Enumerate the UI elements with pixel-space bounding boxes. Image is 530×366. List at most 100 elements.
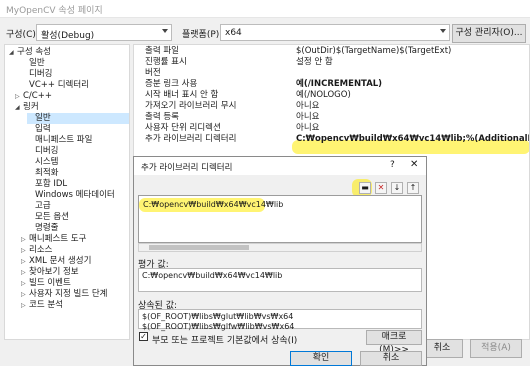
tree-item[interactable]: VC++ 디렉터리 (21, 80, 89, 91)
tree-item[interactable]: 고급 (27, 201, 51, 212)
collapsed-icon[interactable]: ▷ (21, 245, 29, 256)
delete-icon[interactable]: ✕ (375, 182, 387, 194)
config-manager-button[interactable]: 구성 관리자(O)... (452, 24, 526, 43)
property-value: $(OutDir)$(TargetName)$(TargetExt) (296, 46, 452, 56)
property-row[interactable]: 추가 라이브러리 디렉터리 C:₩opencv₩build₩x64₩vc14₩li… (134, 134, 529, 145)
help-icon[interactable]: ? (390, 160, 395, 170)
property-value: 아니요 (296, 101, 320, 111)
property-row[interactable]: 출력 등록 아니요 (134, 112, 529, 123)
property-row[interactable]: 버전 (134, 68, 529, 79)
category-tree[interactable]: ◢ 구성 속성 일반 디버깅 VC++ 디렉터리 ▷ C/C++ ◢ 링커 일반 입력 매니페스트 파… (4, 44, 130, 340)
tree-item[interactable]: Windows 메타데이터 (27, 190, 115, 201)
apply-button[interactable]: 적용(A) (470, 339, 522, 358)
directory-list[interactable]: C:₩opencv₩build₩x64₩vc14₩lib (138, 195, 422, 243)
tree-item[interactable]: ▷ 코드 분석 (21, 300, 63, 311)
property-row[interactable]: 가져오기 라이브러리 무시 아니요 (134, 101, 529, 112)
tree-item[interactable]: ▷ XML 문서 생성기 (21, 256, 91, 267)
tree-item-label: 일반 (35, 113, 51, 123)
platform-value: x64 (225, 28, 242, 38)
tree-item[interactable]: 최적화 (27, 168, 58, 179)
property-value: 아니요 (296, 112, 320, 122)
tree-item-label: 매니페스트 파일 (35, 135, 93, 145)
expanded-icon[interactable]: ◢ (9, 47, 17, 58)
platform-label: 플랫폼(P): (182, 30, 223, 40)
tree-item[interactable]: 디버깅 (21, 69, 52, 80)
dialog-cancel-button[interactable]: 취소 (360, 351, 422, 366)
property-value: 예(/NOLOGO) (296, 90, 351, 100)
tree-item-label: 입력 (35, 124, 51, 134)
tree-item-label: 최적화 (35, 168, 59, 178)
property-name: 버전 (145, 68, 161, 78)
close-icon[interactable]: ✕ (410, 159, 418, 170)
tree-item-label: XML 문서 생성기 (29, 256, 92, 266)
tree-item[interactable]: 입력 (27, 124, 51, 135)
tree-item[interactable]: ▷ C/C++ (15, 91, 52, 102)
scrollbar-thumb[interactable] (149, 245, 249, 250)
dialog-title-bar: 추가 라이브러리 디렉터리 ? ✕ (134, 157, 426, 175)
tree-item[interactable]: 매니페스트 파일 (27, 135, 92, 146)
config-combo[interactable]: 활성(Debug) (36, 24, 172, 41)
chevron-down-icon (162, 29, 168, 33)
collapsed-icon[interactable]: ▷ (21, 278, 29, 289)
property-row[interactable]: 진행률 표시 설정 안 함 (134, 57, 529, 68)
tree-item[interactable]: ◢ 링커 (15, 102, 39, 113)
inherit-checkbox-label: 부모 또는 프로젝트 기본값에서 상속(I) (152, 336, 298, 346)
tree-item[interactable]: ▷ 빌드 이벤트 (21, 278, 71, 289)
dialog-title: 추가 라이브러리 디렉터리 (141, 163, 233, 173)
directory-entry[interactable]: C:₩opencv₩build₩x64₩vc14₩lib (143, 200, 283, 209)
tree-item-label: 코드 분석 (29, 300, 63, 310)
tree-item-label: 명령줄 (35, 223, 59, 233)
tree-item-label: Windows 메타데이터 (35, 190, 115, 200)
tree-item[interactable]: 포함 IDL (27, 179, 67, 190)
tree-item[interactable]: 모든 옵션 (27, 212, 69, 223)
property-name: 사용자 단위 리디렉션 (145, 123, 221, 133)
tree-item-label: 시스템 (35, 157, 59, 167)
tree-item-label: 사용자 지정 빌드 단계 (29, 289, 108, 299)
ok-button[interactable]: 확인 (290, 351, 352, 366)
collapsed-icon[interactable]: ▷ (21, 289, 29, 300)
inherited-values-box: $(OF_ROOT)₩libs₩glut₩lib₩vs₩x64 $(OF_ROO… (138, 309, 422, 331)
platform-combo[interactable]: x64 (220, 24, 450, 41)
property-row[interactable]: 사용자 단위 리디렉션 아니요 (134, 123, 529, 134)
tree-item[interactable]: 명령줄 (27, 223, 58, 234)
tree-item-label: 포함 IDL (35, 179, 68, 189)
collapsed-icon[interactable]: ▷ (21, 256, 29, 267)
evaluated-value: C:₩opencv₩build₩x64₩vc14₩lib (142, 271, 283, 280)
tree-item-label: 빌드 이벤트 (29, 278, 71, 288)
property-value: 아니요 (296, 123, 320, 133)
cancel-button[interactable]: 취소 (421, 339, 463, 358)
config-value: 활성(Debug) (41, 31, 95, 41)
tree-item[interactable]: ▷ 리소스 (21, 245, 52, 256)
inherit-checkbox[interactable]: ✓ (139, 332, 148, 341)
expanded-icon[interactable]: ◢ (15, 102, 23, 113)
horizontal-scrollbar[interactable] (138, 243, 422, 252)
config-label: 구성(C): (6, 30, 39, 40)
chevron-down-icon (440, 29, 446, 33)
new-line-icon[interactable]: ▬ (359, 182, 371, 194)
tree-item[interactable]: ▷ 사용자 지정 빌드 단계 (21, 289, 108, 300)
collapsed-icon[interactable]: ▷ (21, 267, 29, 278)
move-down-icon[interactable]: ↓ (391, 182, 403, 194)
tree-item-label: 모든 옵션 (35, 212, 69, 222)
tree-item-label: 디버깅 (35, 146, 59, 156)
collapsed-icon[interactable]: ▷ (21, 234, 29, 245)
move-up-icon[interactable]: ↑ (407, 182, 419, 194)
tree-item[interactable]: 일반 (27, 113, 129, 124)
property-row[interactable]: 시작 배너 표시 안 함 예(/NOLOGO) (134, 90, 529, 101)
tree-item[interactable]: ◢ 구성 속성 (9, 47, 51, 58)
property-row[interactable]: 출력 파일 $(OutDir)$(TargetName)$(TargetExt) (134, 46, 529, 57)
collapsed-icon[interactable]: ▷ (15, 91, 23, 102)
tree-item[interactable]: 시스템 (27, 157, 58, 168)
title-bar: MyOpenCV 속성 페이지 (0, 0, 530, 18)
tree-item[interactable]: ▷ 찾아보기 정보 (21, 267, 79, 278)
tree-item[interactable]: 디버깅 (27, 146, 58, 157)
collapsed-icon[interactable]: ▷ (21, 300, 29, 311)
property-row[interactable]: 증분 링크 사용 예(/INCREMENTAL) (134, 79, 529, 90)
tree-item-label: 리소스 (29, 245, 53, 255)
macro-button[interactable]: 매크로(M)>> (366, 330, 422, 355)
tree-item[interactable]: 일반 (21, 58, 45, 69)
property-name: 진행률 표시 (145, 57, 187, 67)
property-name: 추가 라이브러리 디렉터리 (145, 134, 237, 144)
property-value: 예(/INCREMENTAL) (296, 79, 383, 89)
tree-item[interactable]: ▷ 매니페스트 도구 (21, 234, 86, 245)
